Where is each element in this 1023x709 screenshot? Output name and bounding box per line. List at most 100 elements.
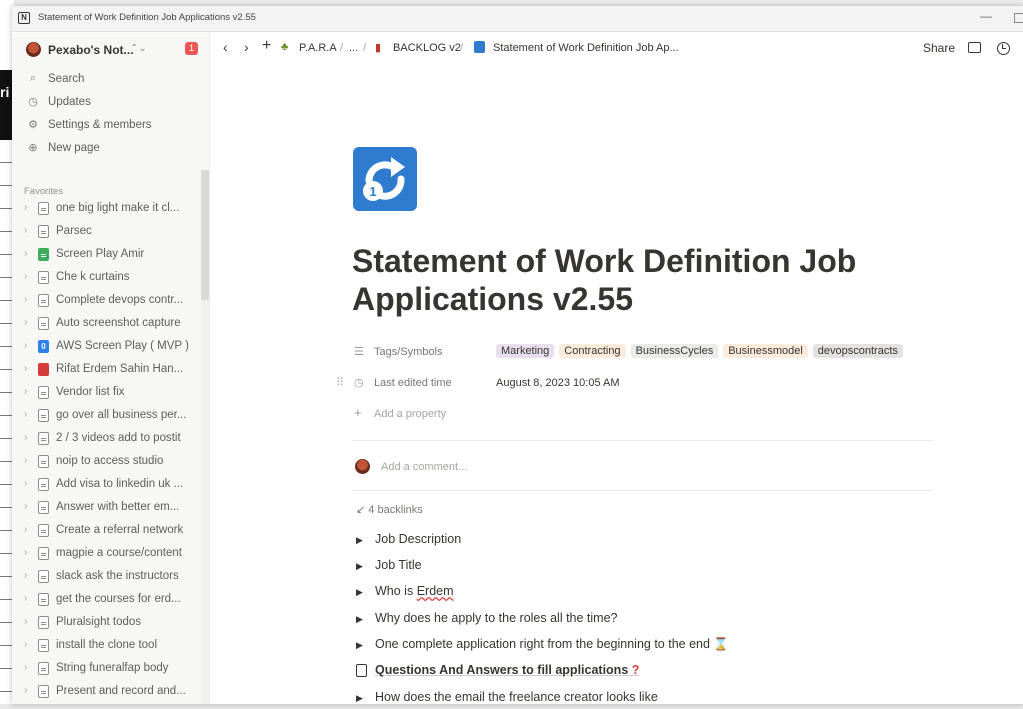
forward-arrow-icon[interactable]: › [244,39,249,55]
sidebar-favorite-item[interactable]: › Vendor list fix [12,382,202,405]
chevron-right-icon[interactable]: › [24,271,27,282]
sidebar-favorite-item[interactable]: › String funeralfap body [12,658,202,681]
notion-app-icon: N [18,12,30,24]
chevron-right-icon[interactable]: › [24,455,27,466]
sidebar-favorite-item[interactable]: › get the courses for erd... [12,589,202,612]
toggle-block[interactable]: ▶ One complete application right from th… [356,635,956,659]
chevron-right-icon[interactable]: › [24,547,27,558]
sidebar-favorite-item[interactable]: › slack ask the instructors [12,566,202,589]
notification-badge[interactable]: 1 [185,42,198,55]
chevron-right-icon[interactable]: › [24,685,27,696]
comment-input[interactable]: Add a comment... [381,461,467,473]
chevron-right-icon[interactable]: › [24,524,27,535]
tag-businessmodel[interactable]: Businessmodel [723,344,808,358]
sidebar-favorite-item[interactable]: › Che k curtains [12,267,202,290]
toggle-triangle-icon[interactable]: ▶ [356,561,363,572]
page-icon [38,685,49,698]
sidebar-new-page[interactable]: ⊕ New page [12,138,209,160]
sidebar-favorite-item[interactable]: › noip to access studio [12,451,202,474]
breadcrumb-ellipsis[interactable]: ... [349,42,358,54]
history-clock-icon[interactable] [997,42,1010,55]
sidebar-favorite-item[interactable]: › 2 / 3 videos add to postit [12,428,202,451]
comment-icon[interactable] [968,42,981,53]
sidebar-favorite-item[interactable]: › Add visa to linkedin uk ... [12,474,202,497]
subpage-link[interactable]: Questions And Answers to fill applicatio… [356,661,956,685]
chevron-right-icon[interactable]: › [24,593,27,604]
toggle-triangle-icon[interactable]: ▶ [356,640,363,651]
sidebar-favorite-item[interactable]: › Rifat Erdem Sahin Han... [12,359,202,382]
sidebar-favorite-item[interactable]: › Answer with better em... [12,497,202,520]
drag-handle-icon[interactable]: ⠿ [336,376,344,389]
hourglass-icon: ⌛ [713,637,729,651]
chevron-right-icon[interactable]: › [24,478,27,489]
toggle-triangle-icon[interactable]: ▶ [356,693,363,704]
user-avatar [355,459,370,474]
chevron-right-icon[interactable]: › [24,639,27,650]
sidebar-favorite-item[interactable]: › Present and record and... [12,681,202,704]
sidebar-favorite-item[interactable]: › go over all business per... [12,405,202,428]
property-last-edited[interactable]: ◷ Last edited time August 8, 2023 10:05 … [354,371,944,397]
maximize-button[interactable] [1014,13,1023,23]
sidebar-favorite-item[interactable]: › Auto screenshot capture [12,313,202,336]
tag-businesscycles[interactable]: BusinessCycles [630,344,719,358]
toggle-block[interactable]: ▶ How does the email the freelance creat… [356,688,956,704]
chevron-right-icon[interactable]: › [24,501,27,512]
page-icon [38,225,49,238]
sidebar-favorite-item[interactable]: › 0 AWS Screen Play ( MVP ) [12,336,202,359]
sidebar-search[interactable]: ⌕ Search [12,69,209,91]
chevron-right-icon[interactable]: › [24,409,27,420]
chevron-right-icon[interactable]: › [24,432,27,443]
toggle-triangle-icon[interactable]: ▶ [356,587,363,598]
chevron-right-icon[interactable]: › [24,386,27,397]
sidebar-favorite-item[interactable]: › magpie a course/content [12,543,202,566]
page-title[interactable]: Statement of Work Definition Job Applica… [352,242,932,318]
sidebar-favorite-item[interactable]: › Create a referral network [12,520,202,543]
toggle-block[interactable]: ▶ Why does he apply to the roles all the… [356,609,956,633]
chevron-right-icon[interactable]: › [24,202,27,213]
page-icon [38,432,49,445]
tag-contracting[interactable]: Contracting [559,344,626,358]
scrollbar-thumb[interactable] [201,170,209,300]
chevron-right-icon[interactable]: › [24,317,27,328]
chevron-right-icon[interactable]: › [24,570,27,581]
back-arrow-icon[interactable]: ‹ [223,39,228,55]
backlinks-toggle[interactable]: ↙ 4 backlinks [356,503,423,516]
toggle-block[interactable]: ▶ Job Title [356,556,956,580]
toggle-block[interactable]: ▶ Job Description [356,530,956,554]
chevron-right-icon[interactable]: › [24,225,27,236]
chevron-right-icon[interactable]: › [24,662,27,673]
chevron-right-icon[interactable]: › [24,248,27,259]
plus-icon[interactable]: + [262,37,271,55]
add-property-button[interactable]: + Add a property [354,402,944,428]
tag-marketing[interactable]: Marketing [496,344,555,358]
sidebar-favorite-item[interactable]: › Complete devops contr... [12,290,202,313]
toggle-block[interactable]: ▶ Who is Erdem [356,582,956,606]
sidebar-favorite-item[interactable]: › Screen Play Amir [12,244,202,267]
tag-devopscontracts[interactable]: devopscontracts [812,344,903,358]
sidebar-favorite-label: noip to access studio [56,455,164,467]
chevron-right-icon[interactable]: › [24,340,27,351]
sidebar-favorite-item[interactable]: › install the clone tool [12,635,202,658]
sidebar-scrollbar[interactable] [201,170,209,704]
share-button[interactable]: Share [923,41,955,55]
workspace-switcher[interactable]: Pexabo's Not... ⌃⌄ 1 [12,39,209,63]
breadcrumb-para[interactable]: P.A.R.A [299,42,337,54]
divider [352,490,932,491]
chevron-right-icon[interactable]: › [24,294,27,305]
chevron-right-icon[interactable]: › [24,616,27,627]
sidebar-settings[interactable]: ⚙ Settings & members [12,115,209,137]
sidebar-updates[interactable]: ◷ Updates [12,92,209,114]
sidebar-favorite-item[interactable]: › Pluralsight todos [12,612,202,635]
sidebar-favorite-item[interactable]: › one big light make it cl... [12,198,202,221]
breadcrumb-current-page[interactable]: Statement of Work Definition Job Ap... [493,42,679,54]
breadcrumb-backlog[interactable]: BACKLOG v2 [393,42,461,54]
sidebar-favorite-item[interactable]: › Parsec [12,221,202,244]
toggle-text: Job Title [375,558,422,572]
property-tags[interactable]: ☰ Tags/Symbols Marketing Contracting Bus… [354,340,944,366]
chevron-right-icon[interactable]: › [24,363,27,374]
page-repeat-icon[interactable]: 1 [353,147,417,211]
minimize-button[interactable]: — [980,9,992,23]
toggle-triangle-icon[interactable]: ▶ [356,614,363,625]
toggle-text: Why does he apply to the roles all the t… [375,611,618,625]
toggle-triangle-icon[interactable]: ▶ [356,535,363,546]
